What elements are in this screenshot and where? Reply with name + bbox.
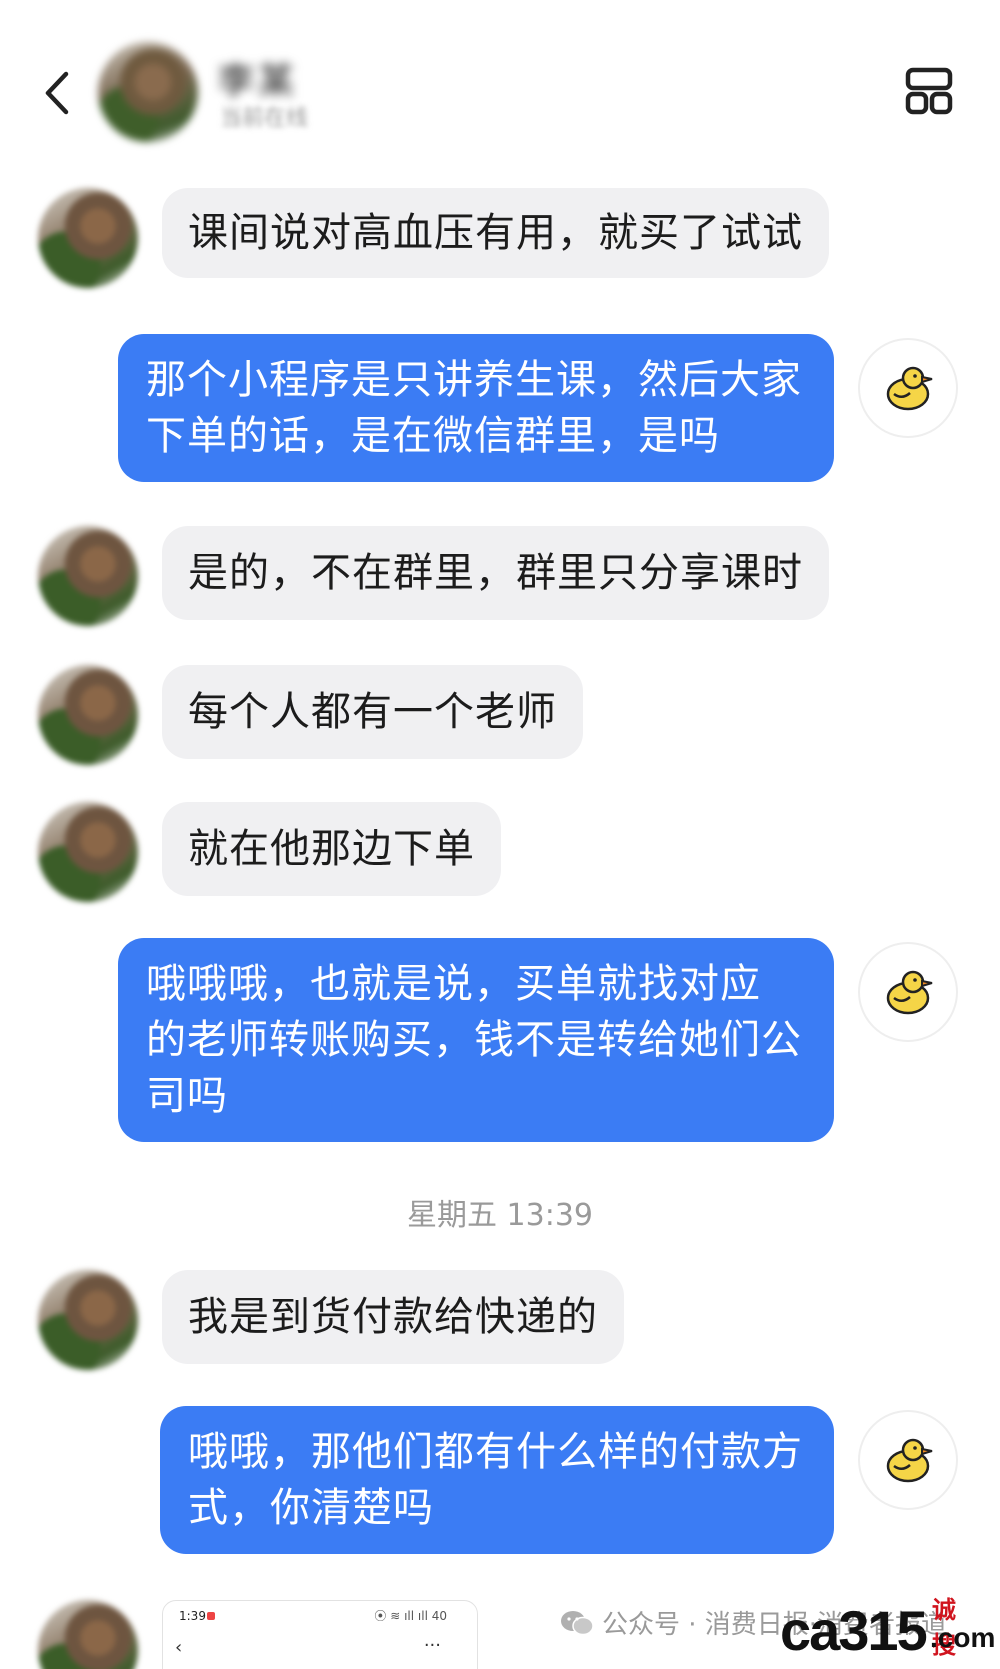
message-text: 每个人都有一个老师 bbox=[188, 689, 557, 735]
brand-main: ca315 bbox=[780, 1599, 928, 1662]
thumbnail-more-icon: ··· bbox=[423, 1635, 441, 1656]
message-line: 的老师转账购买，钱不是转给她们公 bbox=[146, 1017, 802, 1063]
message-bubble-outgoing[interactable]: 哦哦，那他们都有什么样的付款方 式，你清楚吗 bbox=[160, 1406, 834, 1554]
self-avatar[interactable] bbox=[858, 338, 958, 438]
notification-dot bbox=[207, 1612, 215, 1620]
avatar[interactable] bbox=[38, 802, 138, 902]
avatar[interactable] bbox=[38, 526, 138, 626]
message-bubble-incoming[interactable]: 我是到货付款给快递的 bbox=[162, 1270, 624, 1364]
timestamp: 星期五 13:39 bbox=[407, 1198, 593, 1233]
back-icon[interactable] bbox=[38, 68, 78, 118]
screenshot-thumbnail[interactable]: 1:39 ⦿ ≋ ıll ıll 40 ‹ ··· bbox=[162, 1600, 478, 1669]
message-bubble-incoming[interactable]: 是的，不在群里，群里只分享课时 bbox=[162, 526, 829, 620]
message-text: 课间说对高血压有用，就买了试试 bbox=[188, 210, 803, 256]
message-bubble-incoming[interactable]: 每个人都有一个老师 bbox=[162, 665, 583, 759]
message-text: 是的，不在群里，群里只分享课时 bbox=[188, 550, 803, 596]
brand-domain: .com bbox=[930, 1622, 996, 1653]
yellow-duck-icon bbox=[886, 970, 933, 1015]
wechat-icon bbox=[561, 1610, 594, 1635]
message-text: 就在他那边下单 bbox=[188, 826, 475, 872]
yellow-duck-icon bbox=[886, 366, 933, 411]
message-bubble-outgoing[interactable]: 那个小程序是只讲养生课，然后大家 下单的话，是在微信群里，是吗 bbox=[118, 334, 834, 482]
avatar[interactable] bbox=[38, 665, 138, 765]
grid-layout-icon[interactable] bbox=[904, 66, 954, 116]
message-line: 那个小程序是只讲养生课，然后大家 bbox=[146, 357, 802, 403]
self-avatar[interactable] bbox=[858, 942, 958, 1042]
thumbnail-time: 1:39 bbox=[179, 1609, 206, 1623]
contact-status: 当前在线 bbox=[220, 106, 309, 131]
message-line: 司吗 bbox=[146, 1073, 228, 1119]
contact-name: 李某 bbox=[218, 61, 299, 102]
message-line: 哦哦哦，也就是说，买单就找对应 bbox=[146, 961, 761, 1007]
message-bubble-incoming[interactable]: 就在他那边下单 bbox=[162, 802, 501, 896]
message-line: 哦哦，那他们都有什么样的付款方 bbox=[188, 1429, 803, 1475]
self-avatar[interactable] bbox=[858, 1410, 958, 1510]
message-bubble-incoming[interactable]: 课间说对高血压有用，就买了试试 bbox=[162, 188, 829, 278]
avatar[interactable] bbox=[38, 1600, 138, 1669]
thumbnail-back-icon: ‹ bbox=[175, 1637, 183, 1658]
message-text: 我是到货付款给快递的 bbox=[188, 1294, 598, 1340]
avatar[interactable] bbox=[38, 1270, 138, 1370]
message-line: 式，你清楚吗 bbox=[188, 1485, 434, 1531]
thumbnail-status: ⦿ ≋ ıll ıll 40 bbox=[374, 1609, 447, 1623]
message-bubble-outgoing[interactable]: 哦哦哦，也就是说，买单就找对应 的老师转账购买，钱不是转给她们公 司吗 bbox=[118, 938, 834, 1142]
message-line: 下单的话，是在微信群里，是吗 bbox=[146, 413, 720, 459]
avatar[interactable] bbox=[38, 188, 138, 288]
yellow-duck-icon bbox=[886, 1438, 933, 1483]
contact-avatar[interactable] bbox=[98, 42, 198, 142]
chat-header: 李某 当前在线 bbox=[0, 0, 1000, 170]
